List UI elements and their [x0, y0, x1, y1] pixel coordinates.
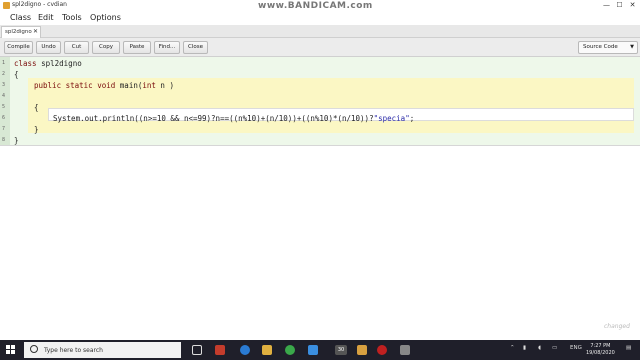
tab-spl2digno[interactable]: spl2digno ✕ [1, 26, 41, 38]
window-title: spl2digno - cvdian [12, 1, 67, 8]
language-indicator[interactable]: ENG [570, 345, 582, 351]
minimize-button[interactable]: — [600, 0, 613, 11]
notifications-icon[interactable]: ▤ [626, 345, 631, 351]
keyword: public static void [34, 81, 116, 90]
code-line-6: System.out.println((n>=10 && n<=99)?n==(… [53, 114, 414, 123]
undo-button[interactable]: Undo [36, 41, 61, 54]
line-number: 5 [2, 104, 6, 110]
status-changed: changed [604, 323, 630, 330]
chrome-icon[interactable] [285, 345, 295, 355]
code-text: main( [115, 81, 143, 90]
tab-bar: spl2digno ✕ [0, 25, 640, 38]
line-number: 2 [2, 71, 6, 77]
view-select[interactable]: Source Code ▼ [578, 41, 638, 54]
menu-tools[interactable]: Tools [62, 13, 82, 22]
line-number: 8 [2, 137, 6, 143]
line-number: 7 [2, 126, 6, 132]
battery-icon[interactable]: ▭ [552, 345, 557, 351]
line-number: 1 [2, 60, 6, 66]
app-icon-taskbar[interactable] [357, 345, 367, 355]
code-line-3: public static void main(int n ) [34, 81, 174, 90]
code-text: System.out.println((n>=10 && n<=99)?n==(… [53, 114, 374, 123]
toolbar: Compile Undo Cut Copy Paste Find... Clos… [0, 38, 640, 57]
volume-icon[interactable]: ◖ [538, 345, 541, 351]
code-line-7: } [34, 125, 39, 134]
network-icon[interactable]: ▮ [523, 345, 526, 351]
code-line-5: { [34, 103, 39, 112]
taskbar: Type here to search 30 ⌃ ▮ ◖ ▭ ENG 7:27 … [0, 340, 640, 360]
keyword: int [142, 81, 156, 90]
code-text: n ) [155, 81, 174, 90]
search-icon [30, 345, 38, 353]
clock[interactable]: 7:27 PM 19/08/2020 [586, 343, 615, 357]
taskbar-badge[interactable]: 30 [335, 345, 347, 355]
title-bar: spl2digno - cvdian www.BANDICAM.com — ☐ … [0, 0, 640, 11]
menu-bar: Class Edit Tools Options [0, 11, 640, 25]
line-number: 6 [2, 115, 6, 121]
file-explorer-icon[interactable] [262, 345, 272, 355]
close-button[interactable]: Close [183, 41, 208, 54]
app-icon-taskbar-2[interactable] [400, 345, 410, 355]
cut-button[interactable]: Cut [64, 41, 89, 54]
line-number: 4 [2, 93, 6, 99]
tab-close-icon[interactable]: ✕ [33, 28, 38, 35]
maximize-button[interactable]: ☐ [613, 0, 626, 11]
paste-button[interactable]: Paste [123, 41, 151, 54]
bandicam-icon[interactable] [377, 345, 387, 355]
office-icon[interactable] [215, 345, 225, 355]
app-icon [3, 2, 10, 9]
edge-icon[interactable] [240, 345, 250, 355]
code-text: spl2digno [36, 59, 82, 68]
menu-options[interactable]: Options [90, 13, 121, 22]
store-icon[interactable] [308, 345, 318, 355]
code-line-2: { [14, 70, 19, 79]
find-button[interactable]: Find... [154, 41, 180, 54]
people-icon[interactable]: ⌃ [510, 345, 515, 351]
menu-class[interactable]: Class [10, 13, 31, 22]
view-select-value: Source Code [583, 44, 618, 50]
code-line-1: class spl2digno [14, 59, 82, 68]
line-number: 3 [2, 82, 6, 88]
line-number-gutter: 1 2 3 4 5 6 7 8 [0, 57, 10, 145]
close-window-button[interactable]: ✕ [626, 0, 639, 11]
compile-button[interactable]: Compile [4, 41, 33, 54]
windows-start-icon[interactable] [6, 345, 16, 355]
code-line-8: } [14, 136, 19, 145]
chevron-down-icon: ▼ [630, 44, 634, 50]
code-editor[interactable]: 1 2 3 4 5 6 7 8 class spl2digno { public… [0, 57, 640, 146]
tab-label: spl2digno [5, 29, 32, 35]
string-literal: "specia" [373, 114, 410, 123]
search-placeholder: Type here to search [44, 347, 103, 354]
keyword: class [14, 59, 37, 68]
clock-time: 7:27 PM [590, 343, 611, 349]
clock-date: 19/08/2020 [586, 350, 615, 356]
taskbar-search[interactable]: Type here to search [24, 342, 181, 358]
menu-edit[interactable]: Edit [38, 13, 54, 22]
watermark: www.BANDICAM.com [258, 1, 373, 11]
code-text: ; [409, 114, 415, 123]
copy-button[interactable]: Copy [92, 41, 120, 54]
task-view-icon[interactable] [192, 345, 202, 355]
